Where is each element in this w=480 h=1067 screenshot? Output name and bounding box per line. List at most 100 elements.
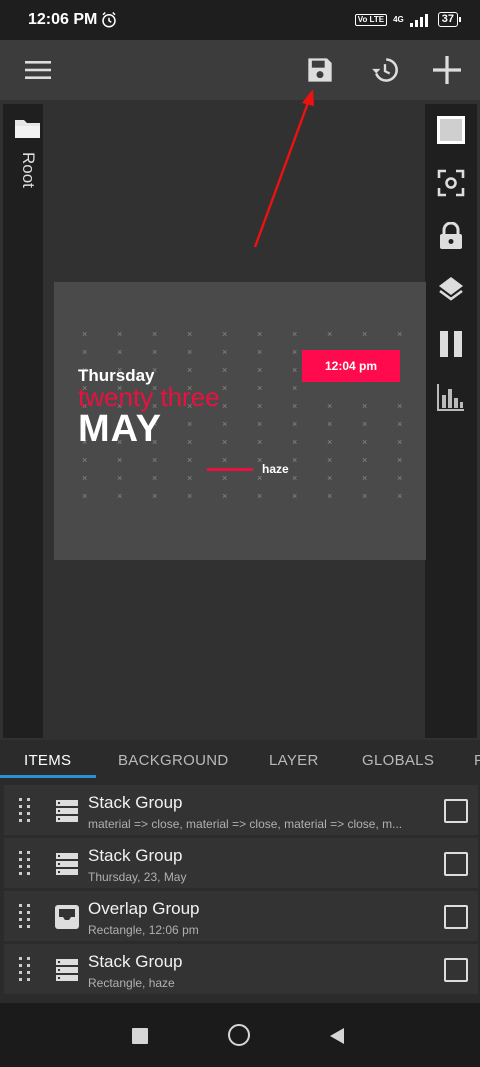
root-breadcrumb[interactable]: Root (12, 152, 42, 192)
grid-dot: × (117, 347, 123, 357)
grid-dot: × (292, 473, 298, 483)
tab-more[interactable]: F (474, 752, 480, 769)
grid-dot: × (187, 365, 193, 375)
status-time: 12:06 PM (28, 11, 98, 28)
grid-dot: × (257, 347, 263, 357)
item-checkbox[interactable] (444, 905, 468, 929)
grid-dot: × (327, 437, 333, 447)
item-subtitle: Rectangle, haze (88, 976, 175, 990)
grid-dot: × (117, 455, 123, 465)
grid-dot: × (292, 419, 298, 429)
list-item[interactable]: Stack Group Thursday, 23, May (4, 838, 478, 888)
grid-dot: × (397, 401, 403, 411)
item-subtitle: material => close, material => close, ma… (88, 817, 403, 831)
add-button[interactable] (425, 48, 469, 92)
drag-handle-icon[interactable] (18, 850, 32, 878)
grid-dot: × (257, 383, 263, 393)
recent-apps-icon[interactable] (132, 1028, 148, 1044)
grid-dot: × (117, 491, 123, 501)
tab-items[interactable]: ITEMS (24, 752, 71, 769)
left-rail (3, 104, 43, 738)
pause-button[interactable] (433, 326, 469, 362)
grid-dot: × (397, 473, 403, 483)
grid-dot: × (222, 365, 228, 375)
grid-dot: × (222, 383, 228, 393)
grid-dot: × (362, 455, 368, 465)
grid-dot: × (152, 455, 158, 465)
pause-icon (440, 331, 462, 357)
widget-time: 12:04 pm (324, 359, 378, 373)
grid-dot: × (327, 329, 333, 339)
item-subtitle: Rectangle, 12:06 pm (88, 923, 199, 937)
focus-button[interactable] (433, 165, 469, 201)
grid-dot: × (152, 491, 158, 501)
folder-button[interactable] (14, 118, 42, 145)
grid-dot: × (327, 491, 333, 501)
tab-background[interactable]: BACKGROUND (118, 752, 229, 769)
drag-handle-icon[interactable] (18, 797, 32, 825)
lock-button[interactable] (433, 218, 469, 254)
lock-icon (440, 222, 462, 249)
list-item[interactable]: Stack Group material => close, material … (4, 785, 478, 835)
grid-dot: × (152, 473, 158, 483)
item-checkbox[interactable] (444, 852, 468, 876)
grid-dot: × (187, 329, 193, 339)
grid-dot: × (257, 437, 263, 447)
save-button[interactable] (298, 48, 342, 92)
grid-dot: × (397, 329, 403, 339)
item-title: Overlap Group (88, 899, 200, 918)
drag-handle-icon[interactable] (18, 903, 32, 931)
plus-icon (433, 56, 461, 84)
grid-dot: × (187, 455, 193, 465)
tab-bar: ITEMS BACKGROUND LAYER GLOBALS F (0, 740, 480, 780)
widget-preview[interactable]: × × × × × × × × × × × × × × × × × × × × × × × × × × × × × × × × × × × × × × × ×… (54, 282, 426, 560)
chart-button[interactable] (433, 379, 469, 415)
home-icon[interactable] (228, 1024, 250, 1046)
status-bar: 12:06 PM Vo LTE 4G 37 (0, 0, 480, 40)
grid-dot: × (82, 347, 88, 357)
system-nav-bar (0, 1003, 480, 1067)
item-title: Stack Group (88, 952, 183, 971)
history-button[interactable] (363, 48, 407, 92)
square-icon (437, 116, 465, 144)
grid-dot: × (362, 437, 368, 447)
menu-button[interactable] (16, 48, 60, 92)
grid-dot: × (117, 473, 123, 483)
grid-dot: × (257, 419, 263, 429)
grid-dot: × (82, 491, 88, 501)
grid-dot: × (187, 347, 193, 357)
hamburger-icon (25, 61, 51, 79)
tab-globals[interactable]: GLOBALS (362, 752, 434, 769)
grid-dot: × (222, 455, 228, 465)
item-checkbox[interactable] (444, 799, 468, 823)
tab-layer[interactable]: LAYER (269, 752, 319, 769)
grid-dot: × (292, 347, 298, 357)
stack-icon (56, 959, 78, 981)
stack-icon (56, 800, 78, 822)
grid-dot: × (362, 491, 368, 501)
item-subtitle: Thursday, 23, May (88, 870, 187, 884)
grid-dot: × (292, 329, 298, 339)
back-icon[interactable] (329, 1027, 345, 1045)
grid-dot: × (362, 329, 368, 339)
root-label: Root (19, 152, 38, 188)
save-icon (308, 58, 332, 82)
grid-dot: × (257, 491, 263, 501)
grid-dot: × (187, 437, 193, 447)
background-toggle-button[interactable] (433, 112, 469, 148)
grid-dot: × (222, 491, 228, 501)
grid-dot: × (257, 401, 263, 411)
list-item[interactable]: Stack Group Rectangle, haze (4, 944, 478, 994)
drag-handle-icon[interactable] (18, 956, 32, 984)
widget-date-words: twenty three (78, 382, 220, 412)
grid-dot: × (362, 473, 368, 483)
item-checkbox[interactable] (444, 958, 468, 982)
grid-dot: × (292, 401, 298, 411)
grid-dot: × (257, 365, 263, 375)
grid-dot: × (222, 437, 228, 447)
layers-button[interactable] (433, 271, 469, 307)
list-item[interactable]: Overlap Group Rectangle, 12:06 pm (4, 891, 478, 941)
grid-dot: × (222, 347, 228, 357)
grid-dot: × (222, 419, 228, 429)
stack-icon (56, 853, 78, 875)
